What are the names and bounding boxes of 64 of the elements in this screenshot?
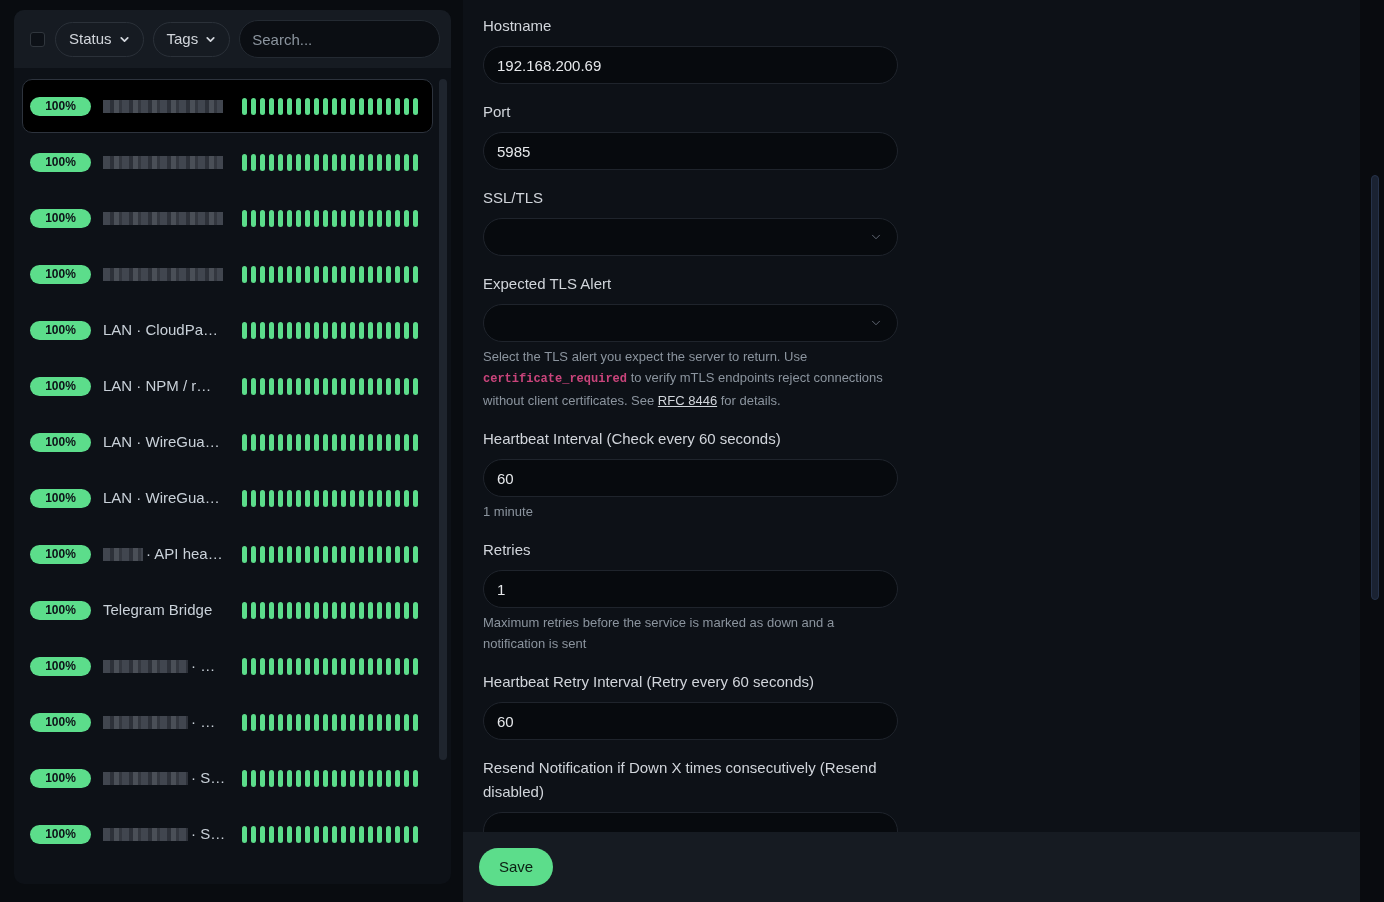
select-field[interactable] — [483, 218, 898, 256]
monitor-row[interactable]: 100% — [22, 247, 433, 301]
search-field[interactable]: Search... — [239, 20, 440, 58]
select-all-checkbox[interactable] — [30, 31, 45, 47]
help-text: Maximum retries before the service is marked as down and a notification is sent — [483, 614, 836, 653]
uptime-badge: 100% — [30, 432, 91, 452]
field-label: Hostname — [483, 16, 553, 36]
help-text: 1 minute — [483, 503, 534, 521]
text-input[interactable]: 192.168.200.69 — [483, 46, 898, 84]
uptime-badge: 100% — [30, 824, 91, 844]
help-text: Select the TLS alert you expect the server to return. Use certificate_required to verify mTLS endpoints reject connections without client certificates. See RFC 8446 for details. — [483, 348, 884, 410]
uptime-badge: 100% — [30, 712, 91, 732]
uptime-badge: 100% — [30, 376, 91, 396]
uptime-badge: 100% — [30, 208, 91, 228]
monitor-name: · … — [191, 711, 216, 732]
field-label: Heartbeat Retry Interval (Retry every 60 seconds) — [483, 672, 815, 692]
monitor-name: LAN · NPM / r… — [103, 375, 212, 396]
monitor-row[interactable]: 100% — [22, 79, 433, 133]
monitor-name: · S… — [191, 823, 226, 844]
field-label: Heartbeat Interval (Check every 60 seconds) — [483, 429, 782, 449]
monitor-row[interactable]: 100% — [22, 135, 433, 189]
uptime-badge: 100% — [30, 320, 91, 340]
rfc-link[interactable]: RFC 8446 — [657, 393, 718, 408]
monitor-row[interactable]: 100% LAN · CloudPa… — [22, 303, 433, 357]
monitor-name: · API hea… — [146, 543, 223, 564]
monitor-row[interactable]: 100% · … — [22, 695, 433, 749]
field-label: Expected TLS Alert — [483, 274, 613, 294]
field-label: SSL/TLS — [483, 188, 545, 208]
monitor-row[interactable]: 100% · … — [22, 639, 433, 693]
monitor-row[interactable]: 100% LAN · WireGua… — [22, 415, 433, 469]
select-field[interactable] — [483, 304, 898, 342]
monitor-name: LAN · WireGua… — [103, 487, 220, 508]
monitor-name: LAN · CloudPa… — [103, 319, 219, 340]
monitor-name: · … — [191, 655, 216, 676]
monitor-row[interactable]: 100% · API hea… — [22, 527, 433, 581]
pixelated-text — [103, 547, 143, 561]
uptime-badge: 100% — [30, 768, 91, 788]
field-label: Resend Notification if Down X times consecutively (Resend disabled) — [483, 758, 878, 802]
uptime-badge: 100% — [30, 656, 91, 676]
save-button[interactable]: Save — [479, 848, 554, 886]
monitor-row[interactable]: 100% LAN · WireGua… — [22, 471, 433, 525]
monitor-name: LAN · WireGua… — [103, 431, 220, 452]
uptime-badge: 100% — [30, 600, 91, 620]
monitor-row[interactable]: 100% LAN · NPM / r… — [22, 359, 433, 413]
monitor-row[interactable]: 100% Telegram Bridge — [22, 583, 433, 637]
uptime-badge: 100% — [30, 152, 91, 172]
uptime-badge: 100% — [30, 488, 91, 508]
monitor-name: · S… — [191, 767, 226, 788]
monitor-row[interactable]: 100% · S… — [22, 807, 433, 861]
monitor-row[interactable]: 100% — [22, 191, 433, 245]
field-label: Retries — [483, 540, 532, 560]
filter-dropdown-button[interactable]: Status — [55, 21, 144, 57]
monitor-name: Telegram Bridge — [103, 599, 213, 620]
monitor-row[interactable]: 100% · S… — [22, 751, 433, 805]
filter-dropdown-button[interactable]: Tags — [152, 21, 231, 57]
uptime-badge: 100% — [30, 96, 91, 116]
text-input[interactable]: 5985 — [483, 132, 898, 170]
text-input[interactable]: 60 — [483, 459, 898, 497]
scrollbar[interactable] — [1371, 175, 1379, 600]
field-label: Port — [483, 102, 512, 122]
text-input[interactable]: 1 — [483, 570, 898, 608]
text-input[interactable]: 60 — [483, 702, 898, 740]
uptime-badge: 100% — [30, 544, 91, 564]
uptime-badge: 100% — [30, 264, 91, 284]
